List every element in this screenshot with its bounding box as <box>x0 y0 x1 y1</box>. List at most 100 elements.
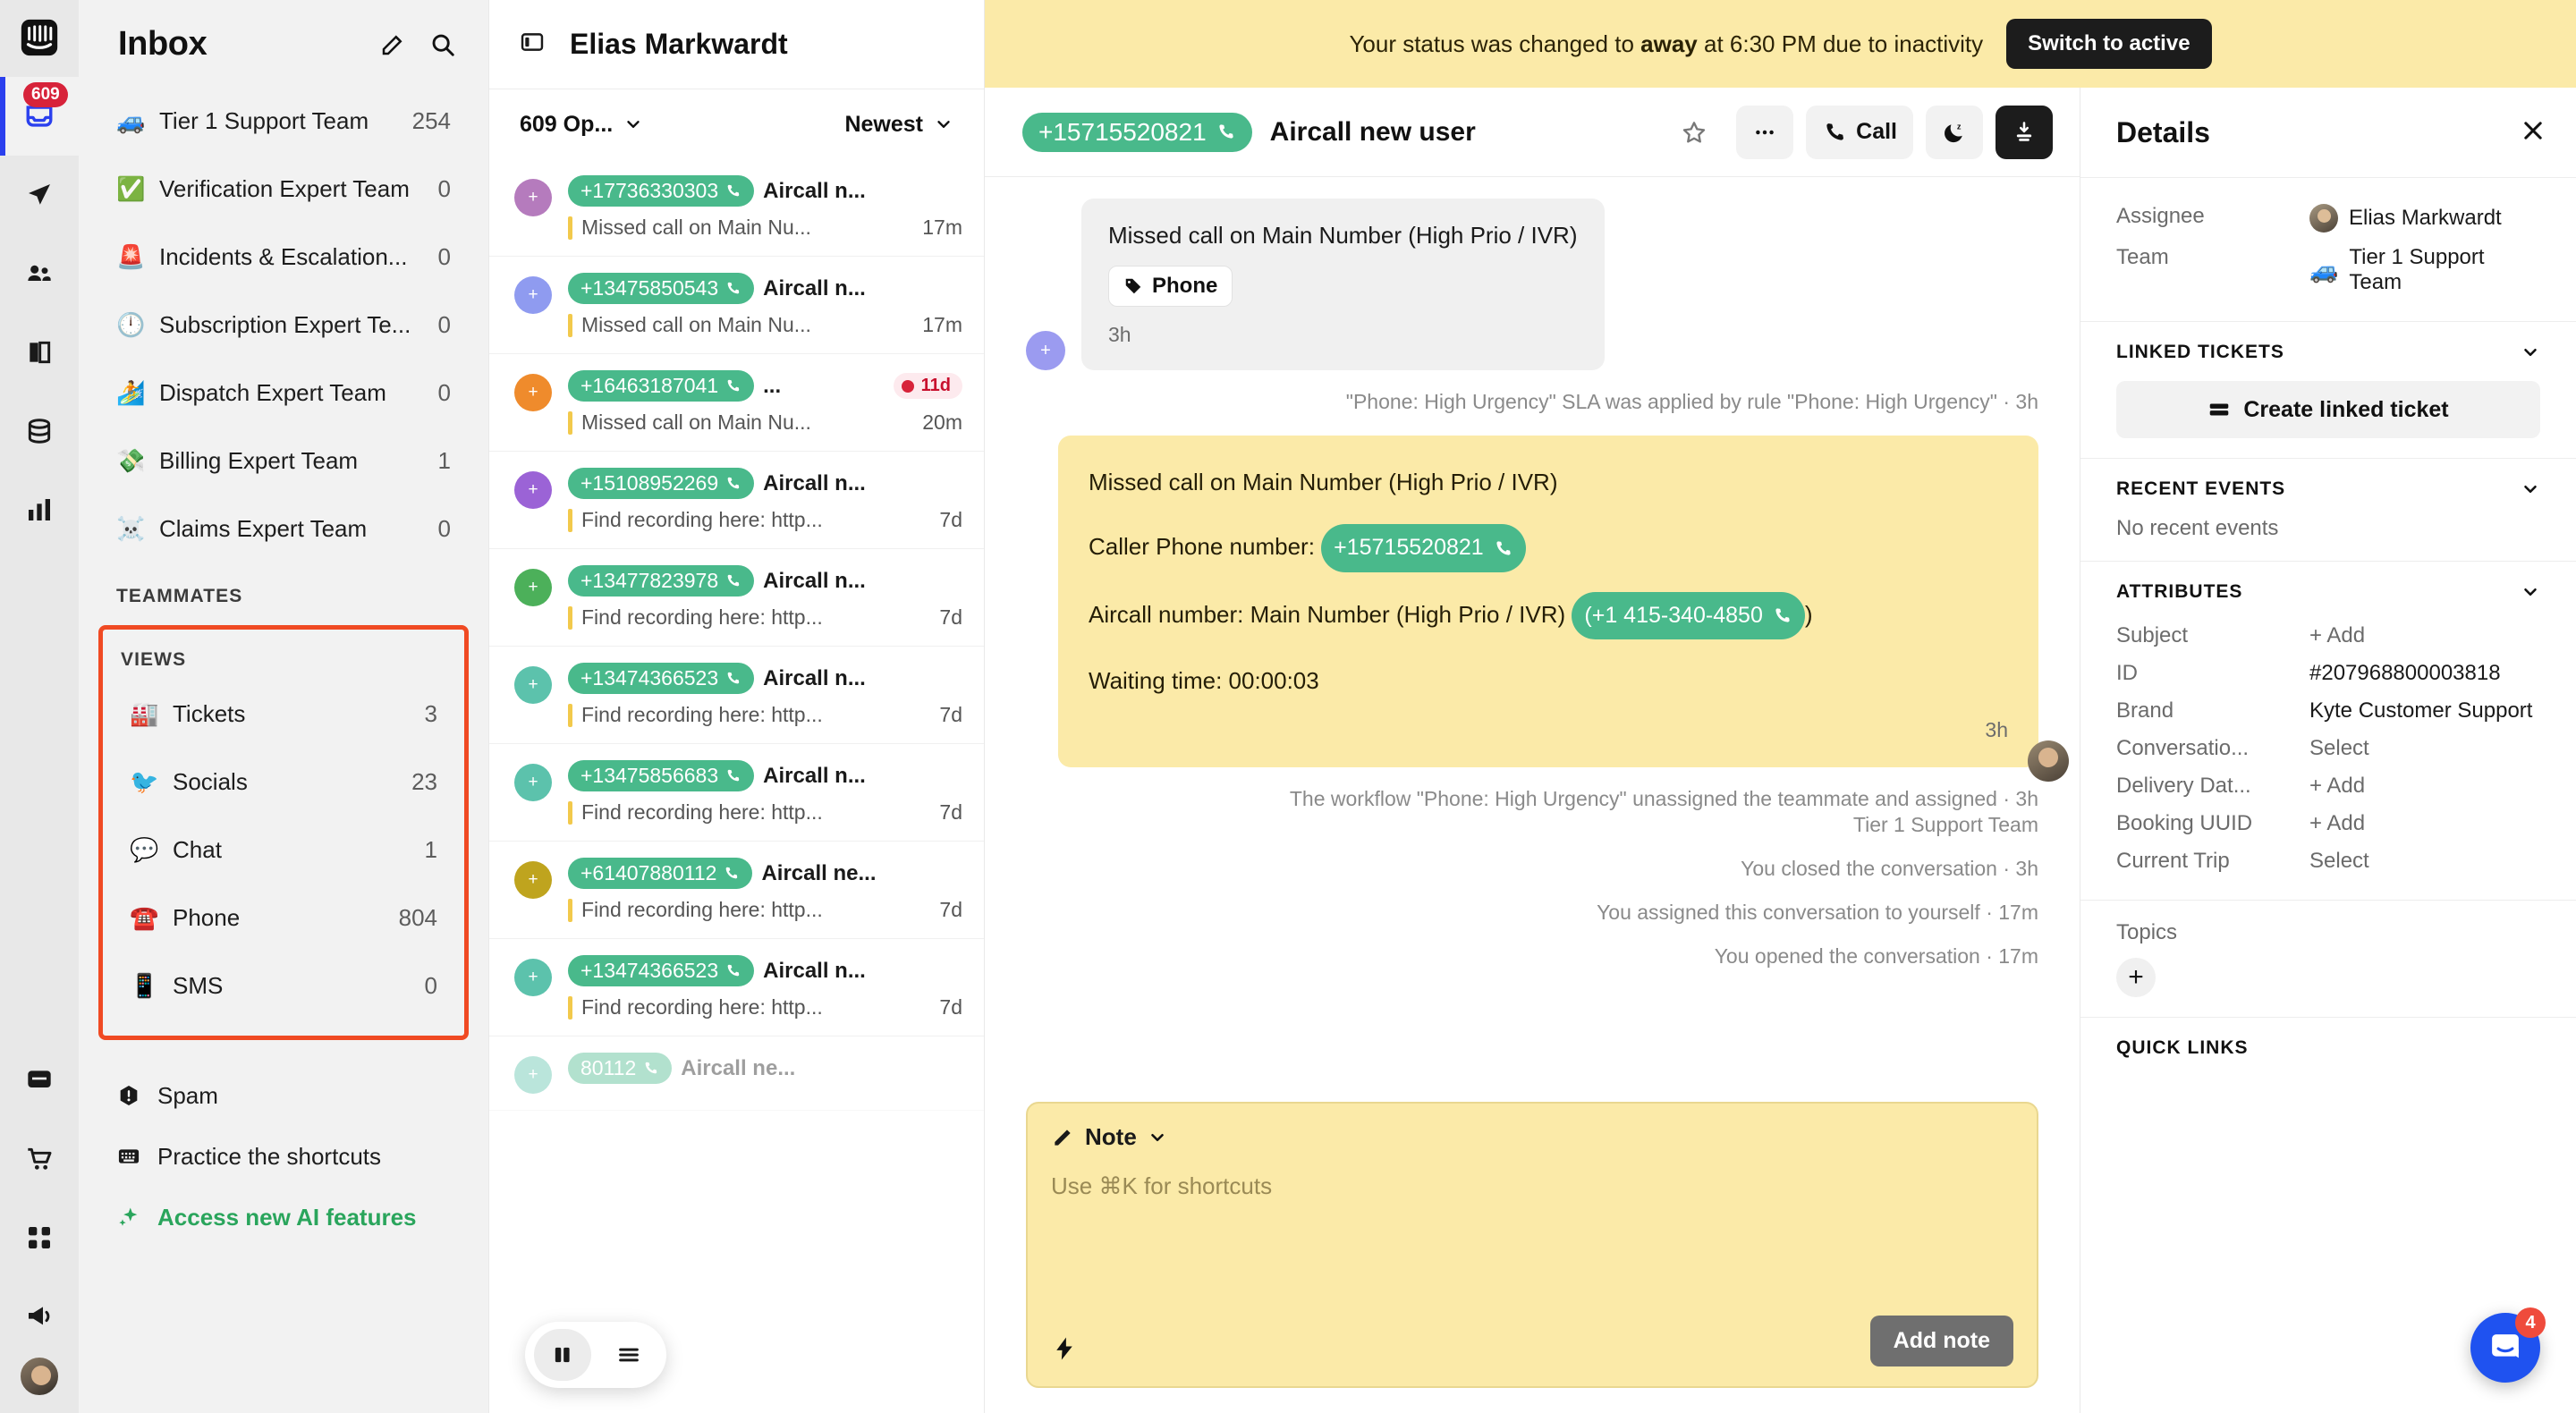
conversation-list-item[interactable]: + +13477823978 Aircall n... Find recording … <box>489 549 984 647</box>
rail-item-inbox[interactable]: 609 <box>0 77 79 156</box>
search-icon[interactable] <box>429 31 456 58</box>
sidebar-item-team[interactable]: 🏄 Dispatch Expert Team 0 <box>98 359 469 427</box>
attribute-row[interactable]: Delivery Dat... + Add <box>2116 767 2540 805</box>
unread-indicator-bar <box>568 410 572 435</box>
sidebar-item-socials[interactable]: 🐦 Socials 23 <box>112 748 455 816</box>
rail-item-knowledge[interactable] <box>0 313 79 392</box>
red-dot-icon <box>901 379 914 393</box>
note-input-placeholder[interactable]: Use ⌘K for shortcuts <box>1051 1172 2013 1316</box>
conversation-preview: Find recording here: http... <box>581 995 823 1019</box>
composer-mode-dropdown[interactable]: Note <box>1051 1123 2013 1151</box>
quick-links-heading[interactable]: QUICK LINKS <box>2116 1037 2540 1059</box>
create-linked-ticket-button[interactable]: Create linked ticket <box>2116 381 2540 438</box>
call-button[interactable]: Call <box>1806 105 1913 159</box>
composer-mode-label: Note <box>1085 1123 1137 1150</box>
list-view-icon[interactable] <box>600 1329 657 1381</box>
snooze-icon[interactable]: z <box>1926 105 1983 159</box>
details-title: Details <box>2116 115 2210 148</box>
intercom-messenger-icon[interactable]: 4 <box>2470 1307 2546 1383</box>
sidebar-item-practice-shortcuts[interactable]: Practice the shortcuts <box>98 1126 469 1187</box>
attribute-value[interactable]: Select <box>2309 736 2540 761</box>
sidebar-item-team[interactable]: 🕛 Subscription Expert Te... 0 <box>98 291 469 359</box>
rail-item-reports[interactable] <box>0 470 79 549</box>
sidebar-item-spam[interactable]: Spam <box>98 1065 469 1126</box>
conversation-time: 17m <box>922 216 962 239</box>
sidebar-item-chat[interactable]: 💬 Chat 1 <box>112 816 455 884</box>
attribute-value[interactable]: #207968800003818 <box>2309 661 2540 686</box>
avatar[interactable] <box>19 1356 60 1397</box>
lightning-icon[interactable] <box>1051 1335 1078 1366</box>
attribute-value[interactable]: Select <box>2309 849 2540 874</box>
linked-tickets-heading[interactable]: LINKED TICKETS <box>2116 342 2540 363</box>
status-badge[interactable]: Phone <box>1108 266 1233 307</box>
sparkles-icon <box>116 1205 141 1230</box>
sidebar-item-count: 1 <box>424 835 437 863</box>
chevron-down-icon <box>2524 348 2537 357</box>
caller-phone-pill[interactable]: +15715520821 <box>1321 524 1526 572</box>
attribute-row[interactable]: Subject + Add <box>2116 617 2540 655</box>
rail-item-database[interactable] <box>0 392 79 470</box>
conversation-list-item[interactable]: +80112 Aircall ne... <box>489 1036 984 1111</box>
switch-to-active-button[interactable]: Switch to active <box>2006 19 2212 69</box>
note-composer[interactable]: Note Use ⌘K for shortcuts Add note <box>1026 1102 2038 1388</box>
topics-label: Topics <box>2116 920 2178 944</box>
sidebar-item-phone[interactable]: ☎️ Phone 804 <box>112 884 455 952</box>
attribute-value[interactable]: + Add <box>2309 774 2540 799</box>
more-options-icon[interactable] <box>1736 105 1794 159</box>
rail-item-send[interactable] <box>0 156 79 234</box>
compose-icon[interactable] <box>379 31 406 58</box>
close-conversation-icon[interactable] <box>1996 105 2053 159</box>
conversation-list-item[interactable]: + +13475850543 Aircall n... Missed call on … <box>489 257 984 354</box>
star-icon[interactable] <box>1665 106 1724 159</box>
conversation-sort-dropdown[interactable]: Newest <box>844 112 953 138</box>
sidebar-item-team[interactable]: 🚙 Tier 1 Support Team 254 <box>98 87 469 155</box>
tag-label: Phone <box>1152 274 1218 298</box>
conversation-list-item[interactable]: + +16463187041... 11d Missed call on Main N… <box>489 354 984 452</box>
attribute-value[interactable]: + Add <box>2309 811 2540 836</box>
attributes-heading[interactable]: ATTRIBUTES <box>2116 581 2540 603</box>
rail-item-megaphone[interactable] <box>0 1277 79 1356</box>
sidebar-item-sms[interactable]: 📱 SMS 0 <box>112 952 455 1020</box>
conversation-list-item[interactable]: + +13474366523 Aircall n... Find recording … <box>489 647 984 744</box>
conversation-preview: Missed call on Main Nu... <box>581 216 811 239</box>
conversation-list-item[interactable]: + +17736330303 Aircall n... Missed call on … <box>489 159 984 257</box>
conversation-list-item[interactable]: + +15108952269 Aircall n... Find recording … <box>489 452 984 549</box>
aircall-phone-pill[interactable]: (+1 415-340-4850 <box>1572 591 1805 640</box>
team-emoji-icon: 🏄 <box>116 379 146 406</box>
conversation-list-item[interactable]: + +13474366523 Aircall n... Find recording … <box>489 939 984 1036</box>
rail-item-messages[interactable] <box>0 1041 79 1120</box>
plus-icon[interactable]: + <box>2116 958 2156 997</box>
sidebar-item-team[interactable]: ☠️ Claims Expert Team 0 <box>98 495 469 563</box>
conversation-filter-label: 609 Op... <box>520 111 614 137</box>
recent-events-heading[interactable]: RECENT EVENTS <box>2116 478 2540 500</box>
sidebar-item-team[interactable]: 💸 Billing Expert Team 1 <box>98 427 469 495</box>
split-view-icon[interactable] <box>534 1329 591 1381</box>
attribute-row[interactable]: Brand Kyte Customer Support <box>2116 692 2540 730</box>
sidebar-item-count: 0 <box>437 242 451 270</box>
attribute-value[interactable]: + Add <box>2309 623 2540 648</box>
rail-item-commerce[interactable] <box>0 1120 79 1198</box>
contact-phone-pill[interactable]: +15715520821 <box>1022 112 1252 152</box>
rail-item-contacts[interactable] <box>0 234 79 313</box>
attribute-row[interactable]: Booking UUID + Add <box>2116 805 2540 842</box>
sidebar-item-tickets[interactable]: 🏭 Tickets 3 <box>112 680 455 748</box>
views-section-highlight: VIEWS 🏭 Tickets 3 🐦 Socials 23 💬 Chat 1 ☎️ Phon… <box>98 625 469 1040</box>
conversation-list-item[interactable]: + +13475856683 Aircall n... Find recording … <box>489 744 984 842</box>
attribute-row[interactable]: Current Trip Select <box>2116 842 2540 880</box>
sidebar-item-team[interactable]: ✅ Verification Expert Team 0 <box>98 155 469 223</box>
close-icon[interactable] <box>2521 118 2546 148</box>
sidebar-item-ai-features[interactable]: Access new AI features <box>98 1187 469 1248</box>
assignee-row[interactable]: Assignee Elias Markwardt <box>2116 198 2540 239</box>
rail-item-apps[interactable] <box>0 1198 79 1277</box>
add-note-button[interactable]: Add note <box>1869 1316 2013 1366</box>
attribute-row[interactable]: Conversatio... Select <box>2116 730 2540 767</box>
sidebar-item-team[interactable]: 🚨 Incidents & Escalation... 0 <box>98 223 469 291</box>
attribute-row[interactable]: ID #207968800003818 <box>2116 655 2540 692</box>
team-row[interactable]: Team 🚙 Tier 1 Support Team <box>2116 239 2540 301</box>
attribute-value[interactable]: Kyte Customer Support <box>2309 698 2540 723</box>
conversation-list-item[interactable]: + +61407880112 Aircall ne... Find recording… <box>489 842 984 939</box>
sidebar-item-label: Claims Expert Team <box>159 514 368 542</box>
panel-toggle-icon[interactable] <box>520 30 545 59</box>
incoming-message-bubble: Missed call on Main Number (High Prio / … <box>1081 199 1605 370</box>
conversation-filter-dropdown[interactable]: 609 Op... <box>520 112 643 138</box>
